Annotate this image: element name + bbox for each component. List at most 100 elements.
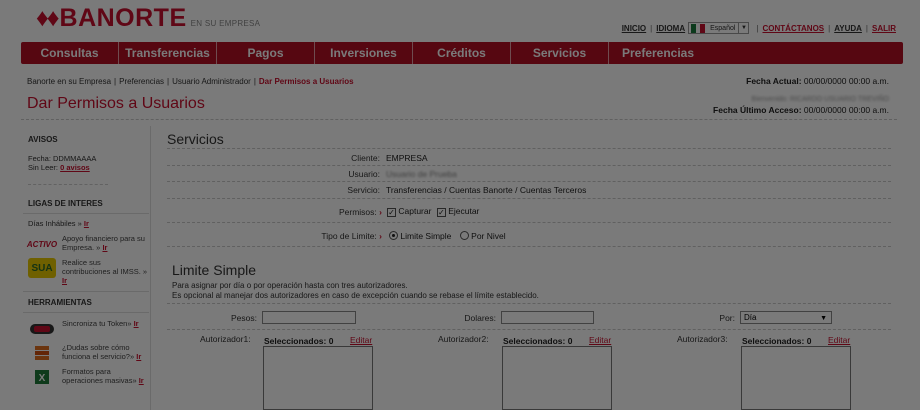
nav-inversiones[interactable]: Inversiones	[315, 42, 413, 64]
link-inicio[interactable]: INICIO	[622, 24, 646, 33]
liga-sua[interactable]: SUA Realice sus contribuciones al IMSS. …	[28, 258, 150, 285]
por-nivel-radio[interactable]	[459, 231, 469, 240]
tipo-limite-options: Limite Simple Por Nivel	[389, 231, 506, 241]
tool-dudas-link[interactable]: Ir	[136, 352, 141, 361]
logo-name: BANORTE	[59, 4, 187, 32]
page: ♦♦ BANORTE EN SU EMPRESA INICIO | IDIOMA…	[0, 0, 920, 410]
por-value: Día	[744, 313, 757, 322]
autorizador3-list[interactable]	[741, 346, 851, 410]
link-idioma[interactable]: IDIOMA	[656, 24, 685, 33]
tool-formatos-link[interactable]: Ir	[139, 376, 144, 385]
autorizador1-edit-link[interactable]: Editar	[350, 335, 372, 345]
autorizador2-edit-link[interactable]: Editar	[589, 335, 611, 345]
dolares-label: Dolares:	[464, 313, 496, 323]
autorizador2-list[interactable]	[502, 346, 612, 410]
top-links: INICIO | IDIOMA Español ▼ | CONTÁCTANOS …	[622, 22, 896, 34]
banorte-logo[interactable]: ♦♦ BANORTE EN SU EMPRESA	[36, 4, 260, 33]
divider: |	[865, 23, 868, 33]
avisos-link[interactable]: 0 avisos	[60, 163, 90, 172]
pesos-input[interactable]	[262, 311, 356, 324]
limite-desc-1: Para asignar por día o por operación has…	[172, 281, 408, 290]
dias-inhabiles-link[interactable]: Ir	[84, 219, 89, 228]
nav-consultas[interactable]: Consultas	[21, 42, 119, 64]
autorizador1-count: Seleccionados: 0	[264, 336, 334, 346]
autorizador3-label: Autorizador3:	[677, 334, 728, 344]
usuario-label: Usuario:	[348, 169, 380, 179]
divider: |	[756, 23, 759, 33]
user-greeting: Bienvenido: RICARDO USUARIO TREVIÑO	[751, 96, 889, 103]
autorizador3-count: Seleccionados: 0	[742, 336, 812, 346]
language-select[interactable]: Español ▼	[688, 22, 750, 34]
divider: |	[650, 23, 653, 33]
cliente-label: Cliente:	[351, 153, 380, 163]
tool-dudas-text: ¿Dudas sobre cómo funciona el servicio?»	[62, 343, 135, 361]
dias-inhabiles-label: Días Inhábiles »	[28, 219, 82, 228]
svg-text:X: X	[39, 373, 46, 384]
liga-activo[interactable]: ACTIVO Apoyo financiero para su Empresa.…	[26, 234, 150, 254]
capturar-checkbox[interactable]: ✓	[387, 208, 396, 217]
breadcrumb: Banorte en su Empresa | Preferencias | Usuar…	[27, 77, 354, 86]
tool-token[interactable]: Sincroniza tu Token» Ir	[28, 319, 150, 339]
limite-simple-radio[interactable]	[389, 231, 398, 240]
ejecutar-label: Ejecutar	[448, 206, 480, 216]
fecha-ultimo-acceso: Fecha Último Acceso: 00/00/0000 00:00 a.…	[713, 105, 889, 115]
logo-tagline: EN SU EMPRESA	[190, 19, 261, 28]
tool-token-link[interactable]: Ir	[134, 319, 139, 328]
limite-simple-label: Limite Simple	[400, 231, 452, 241]
breadcrumb-item[interactable]: Preferencias	[119, 77, 164, 86]
tool-formatos-text: Formatos para operaciones masivas»	[62, 367, 137, 385]
avisos-sin-leer-label: Sin Leer:	[28, 163, 59, 172]
fecha-ultimo-value: 00/00/0000 00:00 a.m.	[803, 105, 889, 115]
breadcrumb-current: Dar Permisos a Usuarios	[258, 77, 354, 86]
autorizador2-count: Seleccionados: 0	[503, 336, 573, 346]
autorizador1-label: Autorizador1:	[200, 334, 251, 344]
fecha-actual-value: 00/00/0000 00:00 a.m.	[803, 76, 889, 86]
chevron-down-icon: ▼	[738, 23, 748, 33]
fecha-ultimo-label: Fecha Último Acceso:	[713, 105, 802, 115]
liga-activo-link[interactable]: Ir	[102, 243, 107, 252]
nav-creditos[interactable]: Créditos	[413, 42, 511, 64]
por-select[interactable]: Día ▼	[740, 311, 832, 324]
autorizador2-label: Autorizador2:	[438, 334, 489, 344]
tool-formatos[interactable]: X Formatos para operaciones masivas» Ir	[28, 367, 150, 387]
nav-transferencias[interactable]: Transferencias	[119, 42, 217, 64]
link-salir[interactable]: SALIR	[872, 24, 896, 33]
activo-logo-icon: ACTIVO	[26, 239, 58, 249]
tool-token-text: Sincroniza tu Token»	[62, 319, 132, 328]
liga-sua-text: Realice sus contribuciones al IMSS. »	[62, 258, 148, 276]
excel-icon: X	[28, 367, 56, 387]
breadcrumb-item[interactable]: Usuario Administrador	[172, 77, 251, 86]
divider	[21, 119, 897, 120]
nav-servicios[interactable]: Servicios	[511, 42, 609, 64]
link-ayuda[interactable]: AYUDA	[834, 24, 862, 33]
link-contactanos[interactable]: CONTÁCTANOS	[763, 24, 825, 33]
breadcrumb-item[interactable]: Banorte en su Empresa	[27, 77, 111, 86]
autorizador3-edit-link[interactable]: Editar	[828, 335, 850, 345]
divider	[167, 165, 891, 166]
nav-preferencias[interactable]: Preferencias	[609, 42, 707, 64]
help-icon	[28, 343, 56, 363]
servicio-label: Servicio:	[347, 185, 380, 195]
limite-desc-2: Es opcional al manejar dos autorizadores…	[172, 291, 539, 300]
divider	[167, 198, 891, 199]
ejecutar-checkbox[interactable]: ✓	[436, 208, 446, 217]
nav-pagos[interactable]: Pagos	[217, 42, 315, 64]
por-label: Por:	[719, 313, 735, 323]
token-icon	[28, 319, 56, 339]
ligas-title: LIGAS DE INTERES	[28, 199, 103, 208]
permisos-options: ✓ Capturar ✓ Ejecutar	[387, 206, 479, 217]
cliente-value: EMPRESA	[386, 153, 428, 163]
sua-logo-icon: SUA	[28, 258, 56, 278]
language-value: Español	[710, 24, 736, 32]
permisos-label: Permisos: ›	[338, 207, 382, 217]
dolares-input[interactable]	[501, 311, 594, 324]
main-nav: Consultas Transferencias Pagos Inversion…	[21, 42, 903, 64]
autorizador1-list[interactable]	[263, 346, 373, 410]
herramientas-title: HERRAMIENTAS	[28, 298, 92, 307]
divider	[167, 181, 891, 182]
liga-sua-link[interactable]: Ir	[62, 276, 67, 285]
tool-dudas[interactable]: ¿Dudas sobre cómo funciona el servicio?»…	[28, 343, 150, 363]
divider	[167, 303, 891, 304]
page-title: Dar Permisos a Usuarios	[27, 95, 205, 112]
chevron-down-icon: ▼	[820, 315, 827, 322]
